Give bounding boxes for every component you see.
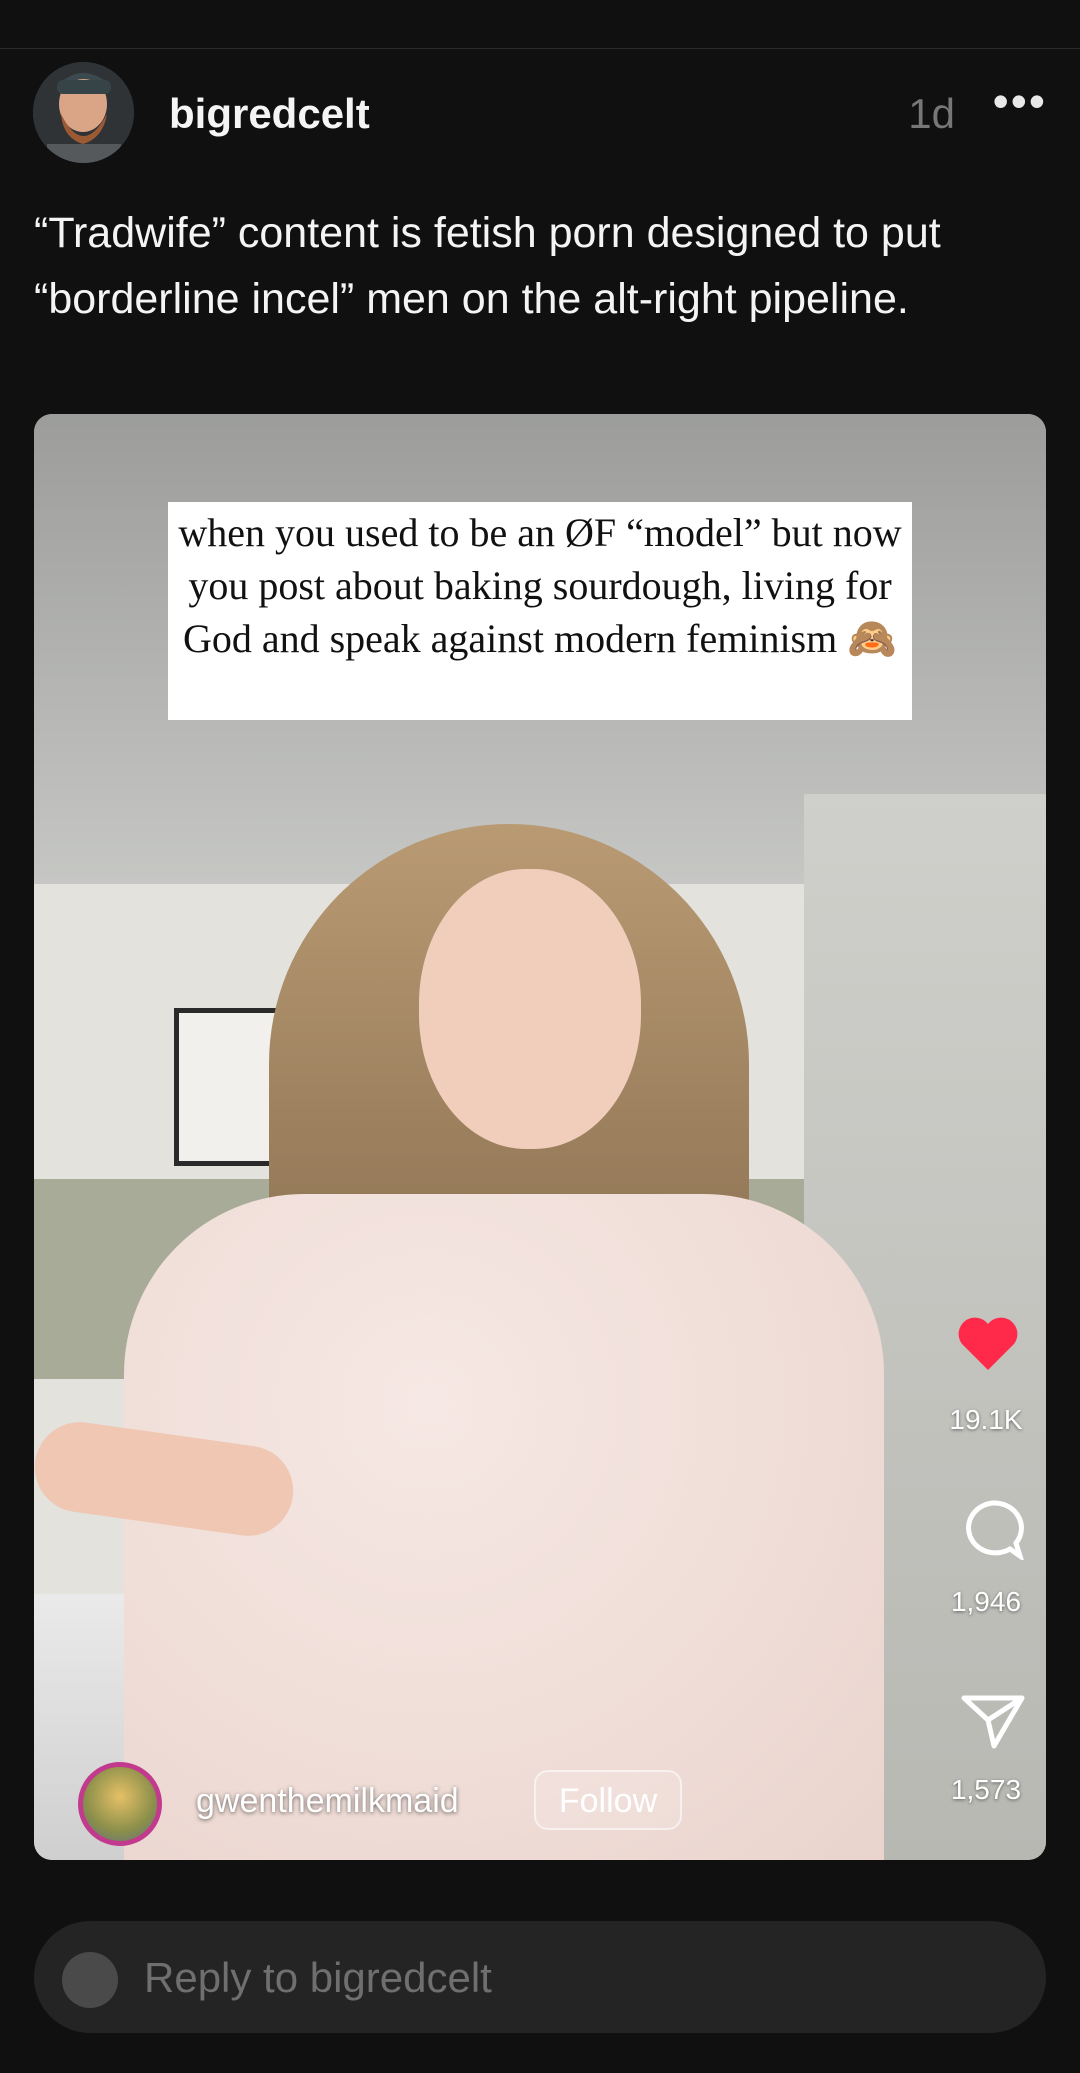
video-action-rail: 19.1K 1,946 1,573 <box>926 414 1046 1860</box>
post-timestamp: 1d <box>908 90 955 137</box>
comment-icon[interactable] <box>960 1498 1026 1560</box>
like-count: 19.1K <box>949 1404 1023 1435</box>
heart-icon[interactable] <box>956 1314 1020 1372</box>
reply-input[interactable] <box>142 1951 1006 2005</box>
video-caption-overlay: when you used to be an ØF “model” but no… <box>168 502 912 720</box>
embedded-video[interactable]: when you used to be an ØF “model” but no… <box>34 414 1046 1860</box>
comment-count: 1,946 <box>950 1586 1022 1617</box>
creator-avatar[interactable] <box>78 1762 162 1846</box>
author-username[interactable]: bigredcelt <box>169 90 370 138</box>
follow-button[interactable]: Follow <box>534 1770 682 1830</box>
post-header: bigredcelt 1d ••• <box>33 62 1047 166</box>
share-icon[interactable] <box>960 1692 1026 1750</box>
user-avatar <box>62 1952 118 2008</box>
more-options-icon[interactable]: ••• <box>993 74 1047 128</box>
top-bar <box>0 0 1080 49</box>
share-count: 1,573 <box>950 1774 1022 1805</box>
creator-username[interactable]: gwenthemilkmaid <box>196 1782 459 1821</box>
author-avatar[interactable] <box>33 62 134 163</box>
reply-bar[interactable] <box>34 1921 1046 2033</box>
person-face <box>419 869 641 1149</box>
post-body-text: “Tradwife” content is fetish porn design… <box>34 209 941 323</box>
